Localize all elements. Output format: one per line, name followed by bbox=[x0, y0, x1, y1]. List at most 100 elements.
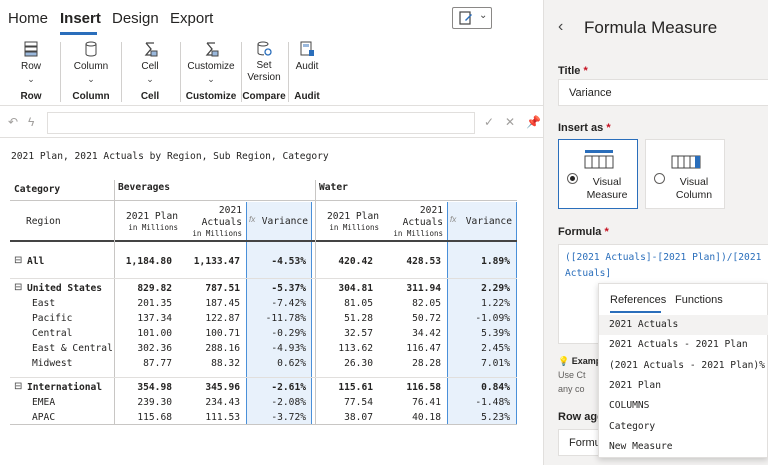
tab-references[interactable]: References bbox=[610, 294, 666, 306]
table-cell: -3.72% bbox=[271, 412, 306, 423]
formula-bar-input[interactable] bbox=[47, 112, 475, 134]
visual-measure-option[interactable]: Visual Measure bbox=[558, 139, 638, 209]
column-header-plan[interactable]: 2021 Plan bbox=[120, 211, 178, 222]
table-cell: 26.30 bbox=[344, 358, 373, 369]
column-header-variance[interactable]: Variance bbox=[246, 216, 308, 227]
table-cell: 5.39% bbox=[481, 328, 510, 339]
table-cell: -0.29% bbox=[271, 328, 306, 339]
panel-title: Formula Measure bbox=[584, 18, 718, 37]
chevron-down-icon: ⌄ bbox=[479, 10, 488, 21]
row-label: EMEA bbox=[32, 397, 56, 408]
undo-icon[interactable]: ↶ bbox=[8, 115, 18, 129]
pin-icon[interactable]: 📌 bbox=[526, 115, 541, 129]
sigma-icon bbox=[144, 42, 158, 57]
reference-item[interactable]: 2021 Actuals bbox=[599, 315, 768, 335]
ribbon-divider bbox=[121, 42, 122, 102]
tab-export[interactable]: Export bbox=[170, 10, 213, 27]
table-cell: 2.29% bbox=[481, 283, 510, 294]
table-cell: -1.09% bbox=[475, 313, 510, 324]
table-cell: -2.61% bbox=[271, 382, 306, 393]
ribbon-tabs: Home Insert Design Export ⌄ bbox=[0, 0, 543, 36]
insert-column-button[interactable]: Column ⌄ bbox=[68, 40, 114, 84]
table-cell: -4.93% bbox=[271, 343, 306, 354]
table-cell: 1.22% bbox=[481, 298, 510, 309]
row-label: United States bbox=[27, 283, 103, 294]
customize-button[interactable]: Customize ⌄ bbox=[186, 40, 236, 84]
title-input[interactable]: Variance bbox=[558, 79, 768, 106]
table-cell: 116.58 bbox=[406, 382, 441, 393]
set-version-button[interactable]: Set Version bbox=[245, 40, 283, 84]
row-label: All bbox=[27, 256, 45, 267]
row-label: Pacific bbox=[32, 313, 73, 324]
reference-item[interactable]: COLUMNS bbox=[599, 396, 768, 416]
table-cell: 111.53 bbox=[205, 412, 240, 423]
formula-label: Formula * bbox=[558, 226, 609, 238]
set-version-label-1: Set bbox=[256, 60, 272, 71]
column-cylinder-icon bbox=[85, 41, 97, 57]
chevron-down-icon: ⌄ bbox=[146, 74, 154, 84]
collapse-toggle-icon[interactable]: ⊟ bbox=[14, 381, 22, 392]
table-cell: -1.48% bbox=[475, 397, 510, 408]
tab-design[interactable]: Design bbox=[112, 10, 159, 27]
hint-line-2: Use Ct bbox=[558, 370, 586, 380]
check-icon[interactable]: ✓ bbox=[484, 115, 494, 129]
table-cell: 77.54 bbox=[344, 397, 373, 408]
ribbon-divider bbox=[60, 42, 61, 102]
reference-item[interactable]: New Measure bbox=[599, 437, 768, 457]
table-cell: 829.82 bbox=[137, 283, 172, 294]
reference-item[interactable]: (2021 Actuals - 2021 Plan)% bbox=[599, 356, 768, 376]
group-label-customize: Customize bbox=[185, 91, 237, 102]
table-cell: 122.87 bbox=[205, 313, 240, 324]
tab-insert[interactable]: Insert bbox=[60, 10, 101, 27]
table-cell: -7.42% bbox=[271, 298, 306, 309]
chevron-down-icon: ⌄ bbox=[87, 74, 95, 84]
collapse-toggle-icon[interactable]: ⊟ bbox=[14, 255, 22, 266]
table-cell: 116.47 bbox=[406, 343, 441, 354]
column-unit-label: in Millions bbox=[192, 229, 242, 238]
close-icon[interactable]: ✕ bbox=[505, 115, 515, 129]
insert-row-button[interactable]: Row ⌄ bbox=[14, 40, 48, 84]
reference-item[interactable]: Category bbox=[599, 417, 768, 437]
row-label: APAC bbox=[32, 412, 56, 423]
report-subtitle: 2021 Plan, 2021 Actuals by Region, Sub R… bbox=[11, 151, 329, 162]
audit-button[interactable]: Audit bbox=[292, 40, 322, 73]
lightning-icon[interactable]: ϟ bbox=[28, 115, 34, 129]
example-hint: 💡 Examp bbox=[558, 356, 602, 366]
table-cell: 239.30 bbox=[137, 397, 172, 408]
table-cell: -11.78% bbox=[265, 313, 306, 324]
formula-autocomplete-dropdown: References Functions 2021 Actuals 2021 Ac… bbox=[598, 283, 768, 458]
insert-cell-button[interactable]: Cell ⌄ bbox=[132, 40, 168, 84]
visual-column-option[interactable]: Visual Column bbox=[645, 139, 725, 209]
table-cell: 34.42 bbox=[412, 328, 441, 339]
table-cell: 345.96 bbox=[205, 382, 240, 393]
visual-column-radio[interactable] bbox=[654, 173, 665, 184]
table-cell: 50.72 bbox=[412, 313, 441, 324]
group-header-beverages: Beverages bbox=[118, 182, 170, 193]
visual-measure-radio[interactable] bbox=[567, 173, 578, 184]
tab-home[interactable]: Home bbox=[8, 10, 48, 27]
tab-functions[interactable]: Functions bbox=[675, 294, 723, 306]
table-cell: 82.05 bbox=[412, 298, 441, 309]
back-icon[interactable]: ‹ bbox=[558, 18, 563, 36]
column-header-plan[interactable]: 2021 Plan bbox=[317, 211, 379, 222]
column-header-actuals[interactable]: 2021 bbox=[379, 205, 443, 216]
table-cell: 420.42 bbox=[338, 256, 373, 267]
table-cell: -2.08% bbox=[271, 397, 306, 408]
table-cell: 304.81 bbox=[338, 283, 373, 294]
group-label-cell: Cell bbox=[140, 91, 160, 102]
view-mode-button[interactable]: ⌄ bbox=[452, 7, 492, 29]
column-header-variance[interactable]: Variance bbox=[447, 216, 512, 227]
insert-as-label: Insert as * bbox=[558, 122, 611, 134]
table-cell: 1,133.47 bbox=[193, 256, 240, 267]
table-cell: -4.53% bbox=[271, 256, 306, 267]
row-stack-icon bbox=[24, 41, 38, 57]
edit-page-icon bbox=[459, 11, 472, 25]
reference-item[interactable]: 2021 Plan bbox=[599, 376, 768, 396]
chevron-down-icon: ⌄ bbox=[207, 74, 215, 84]
reference-item[interactable]: 2021 Actuals - 2021 Plan bbox=[599, 335, 768, 355]
column-header-actuals[interactable]: 2021 bbox=[178, 205, 242, 216]
visual-column-label: Visual Column bbox=[675, 176, 713, 201]
group-header-water: Water bbox=[319, 182, 348, 193]
collapse-toggle-icon[interactable]: ⊟ bbox=[14, 282, 22, 293]
table-cell: 113.62 bbox=[338, 343, 373, 354]
